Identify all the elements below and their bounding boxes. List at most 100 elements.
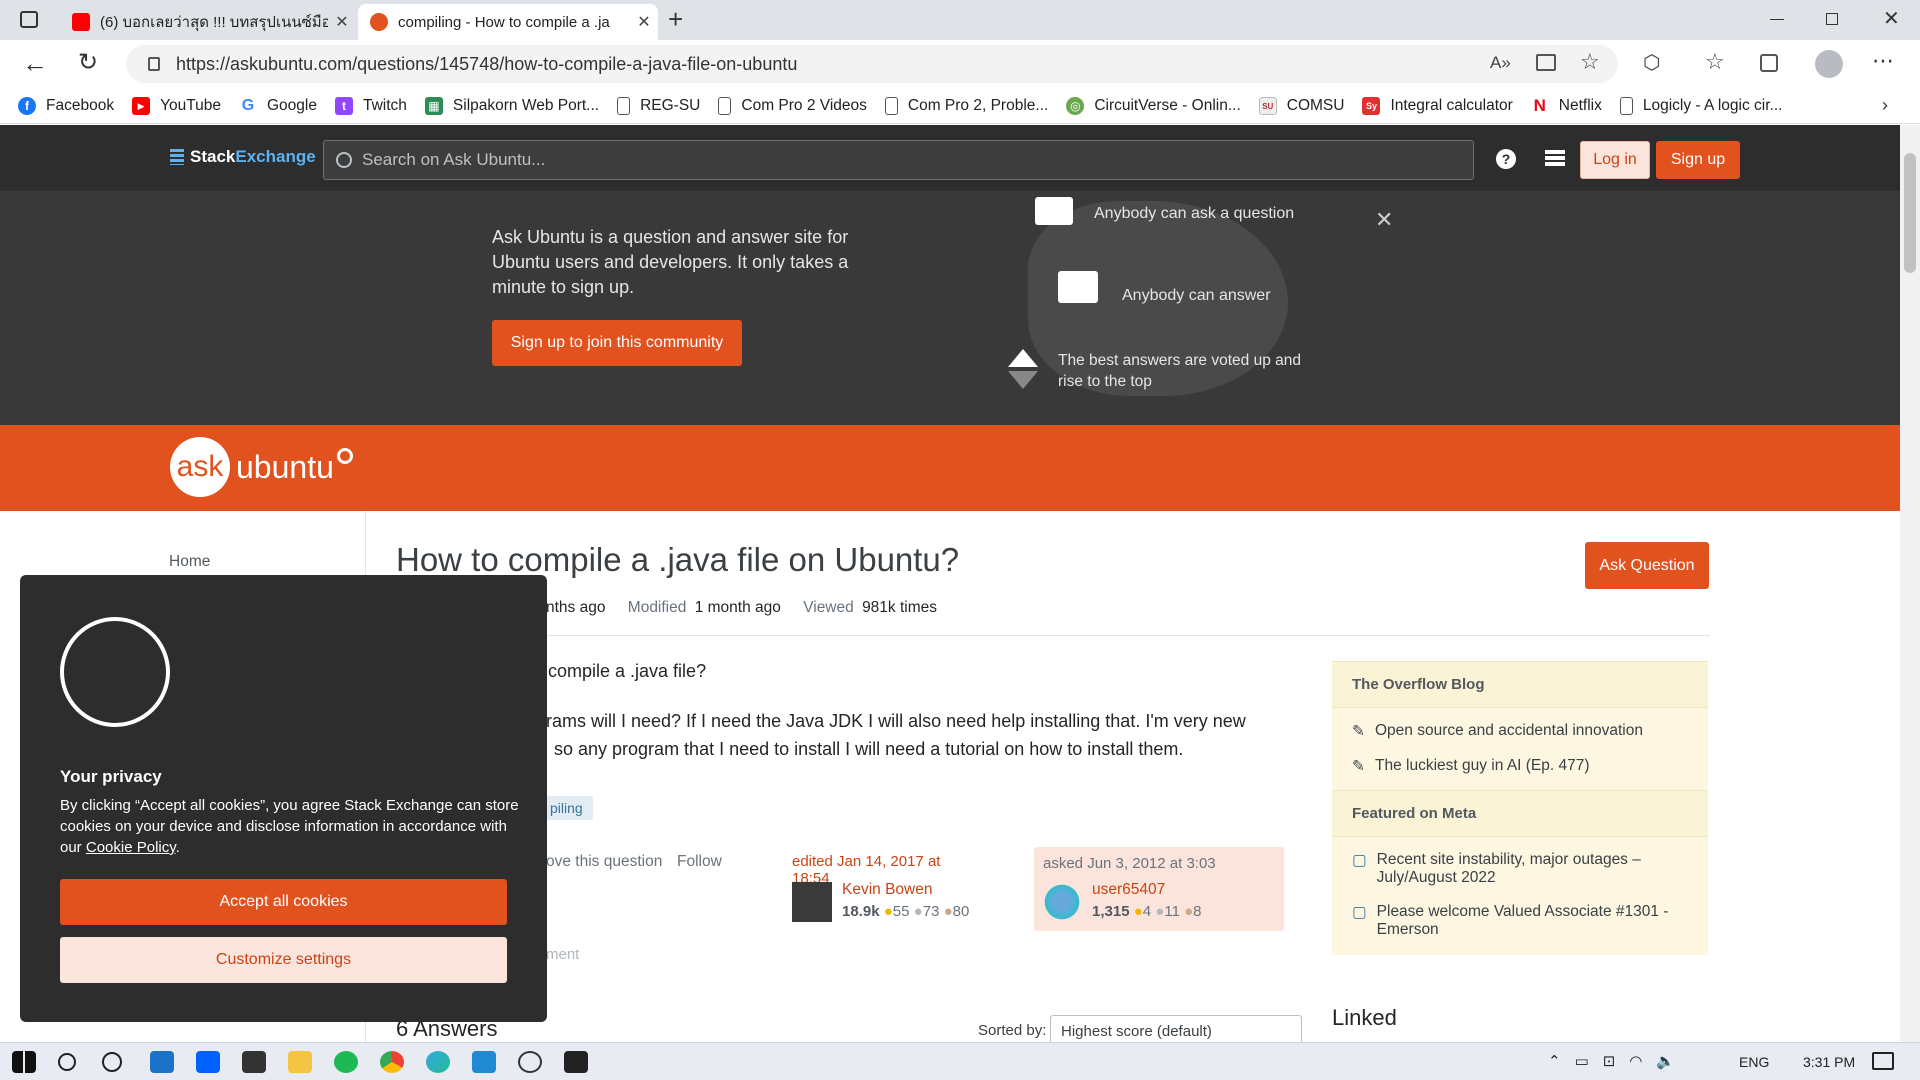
asker-name[interactable]: user65407 — [1092, 881, 1165, 899]
netflix-icon: N — [1533, 95, 1546, 115]
customize-settings-button[interactable]: Customize settings — [60, 937, 507, 983]
cookie-title: Your privacy — [60, 767, 162, 786]
spotify-icon[interactable] — [334, 1051, 358, 1073]
facebook-icon: f — [18, 96, 36, 115]
question-main: How to compile a .java file on Ubuntu? A… — [366, 511, 1900, 1042]
clock[interactable]: 3:31 PM — [1803, 1054, 1855, 1070]
bookmark-integral[interactable]: Sy Integral calculator — [1362, 96, 1513, 115]
mail-icon[interactable] — [150, 1051, 174, 1073]
edge-icon[interactable] — [426, 1051, 450, 1073]
extensions-icon[interactable]: ⬡ — [1643, 50, 1660, 75]
language-indicator[interactable]: ENG — [1739, 1054, 1769, 1070]
start-icon[interactable] — [12, 1051, 36, 1073]
signup-button[interactable]: Sign up — [1656, 141, 1740, 179]
tab-askubuntu[interactable]: compiling - How to compile a .ja ✕ — [358, 4, 658, 40]
bookmark-reg-su[interactable]: REG-SU — [617, 96, 701, 115]
close-window-icon[interactable]: ✕ — [1883, 6, 1900, 31]
bookmark-google[interactable]: G Google — [239, 97, 317, 115]
bookmark-logicly[interactable]: Logicly - A logic cir... — [1619, 96, 1782, 115]
search-input[interactable]: Search on Ask Ubuntu... — [323, 140, 1474, 180]
tag-compiling[interactable]: piling — [546, 796, 593, 820]
url-text: https://askubuntu.com/questions/145748/h… — [176, 53, 798, 74]
youtube-icon: ▶ — [132, 96, 151, 115]
bookmark-compro-problems[interactable]: Com Pro 2, Proble... — [884, 96, 1048, 115]
bookmark-facebook[interactable]: f Facebook — [18, 96, 114, 115]
page-icon — [1619, 96, 1633, 115]
question-title[interactable]: How to compile a .java file on Ubuntu? — [396, 541, 959, 579]
silver-badge-icon: ● — [913, 903, 923, 920]
accept-cookies-button[interactable]: Accept all cookies — [60, 879, 507, 925]
tab-actions-icon[interactable] — [20, 11, 38, 28]
meta-item[interactable]: ▢ Please welcome Valued Associate #1301 -… — [1332, 895, 1708, 955]
bookmark-netflix[interactable]: N Netflix — [1531, 95, 1602, 115]
restore-icon[interactable] — [1826, 13, 1838, 25]
asker-avatar[interactable] — [1042, 882, 1082, 922]
ask-question-button[interactable]: Ask Question — [1585, 542, 1709, 589]
file-explorer-icon[interactable] — [288, 1051, 312, 1073]
notion-icon[interactable] — [242, 1051, 266, 1073]
login-button[interactable]: Log in — [1580, 141, 1650, 179]
linked-heading: Linked — [1332, 1005, 1397, 1030]
asked-time-full[interactable]: asked Jun 3, 2012 at 3:03 — [1043, 855, 1284, 872]
bookmark-circuitverse[interactable]: ◎ CircuitVerse - Onlin... — [1066, 96, 1241, 115]
terminal-icon[interactable] — [564, 1051, 588, 1073]
system-tray[interactable]: ⌃▭⊡◠🔈 — [1548, 1052, 1689, 1070]
close-tab-icon[interactable]: ✕ — [328, 12, 356, 32]
bookmark-youtube[interactable]: ▶ YouTube — [132, 96, 221, 115]
blog-item[interactable]: ✎ The luckiest guy in AI (Ep. 477) — [1332, 749, 1708, 790]
vscode-icon[interactable] — [472, 1051, 496, 1073]
askubuntu-logo[interactable]: ask ubuntu — [170, 437, 353, 497]
close-hero-button[interactable]: ✕ — [1375, 207, 1393, 233]
minimize-icon[interactable] — [1770, 19, 1784, 20]
bookmark-label: REG-SU — [640, 96, 701, 114]
read-aloud-icon[interactable]: A» — [1490, 53, 1511, 73]
close-tab-icon[interactable]: ✕ — [630, 12, 658, 32]
asker-reputation: 1,315 — [1092, 903, 1130, 920]
more-menu-icon[interactable]: ⋯ — [1872, 48, 1894, 74]
editor-rep: 18.9k ●55 ●73 ●80 — [842, 903, 969, 920]
refresh-icon[interactable]: ↻ — [78, 48, 98, 77]
editor-name[interactable]: Kevin Bowen — [842, 881, 932, 899]
cortana-icon[interactable] — [102, 1052, 122, 1072]
tab-title: (6) บอกเลยว่าสุด !!! บทสรุปเนนซ์มือถ — [100, 14, 328, 31]
page-scrollbar[interactable] — [1900, 125, 1920, 1042]
site-switcher-icon[interactable] — [1545, 150, 1565, 167]
question-meta: nths ago Modified 1 month ago Viewed 981… — [546, 599, 937, 617]
bookmark-compro-videos[interactable]: Com Pro 2 Videos — [718, 96, 867, 115]
bookmark-comsu[interactable]: SU COMSU — [1258, 96, 1344, 115]
tab-youtube[interactable]: (6) บอกเลยว่าสุด !!! บทสรุปเนนซ์มือถ ✕ — [60, 4, 356, 40]
favorites-icon[interactable]: ☆ — [1705, 49, 1725, 75]
help-icon[interactable]: ? — [1496, 149, 1516, 169]
editor-avatar[interactable] — [792, 882, 832, 922]
back-icon[interactable]: ← — [22, 48, 48, 79]
follow-link[interactable]: Follow — [677, 853, 722, 871]
address-bar[interactable]: https://askubuntu.com/questions/145748/h… — [126, 45, 1618, 83]
bookmarks-overflow-icon[interactable]: › — [1882, 95, 1888, 116]
blog-item[interactable]: ✎ Open source and accidental innovation — [1332, 708, 1708, 749]
youtube-favicon-icon — [72, 13, 90, 31]
meta-item[interactable]: ▢ Recent site instability, major outages … — [1332, 837, 1708, 895]
bookmark-silpakorn[interactable]: ▦ Silpakorn Web Port... — [424, 96, 599, 115]
profile-avatar[interactable] — [1815, 50, 1843, 78]
scroll-thumb[interactable] — [1904, 153, 1916, 273]
modified-value: 1 month ago — [694, 599, 781, 616]
collections-icon[interactable] — [1760, 54, 1778, 72]
immersive-reader-icon[interactable] — [1536, 54, 1556, 71]
join-community-button[interactable]: Sign up to join this community — [492, 320, 742, 366]
cookie-policy-link[interactable]: Cookie Policy — [86, 839, 176, 856]
new-tab-button[interactable]: + — [668, 4, 683, 35]
favorite-star-icon[interactable]: ☆ — [1580, 49, 1600, 75]
chrome-icon[interactable] — [380, 1051, 404, 1073]
dropbox-icon[interactable] — [196, 1051, 220, 1073]
comsu-icon: SU — [1258, 96, 1277, 115]
improve-question-link[interactable]: ove this question — [546, 853, 662, 871]
search-icon[interactable] — [58, 1053, 76, 1071]
sort-select[interactable]: Highest score (default) — [1050, 1015, 1302, 1042]
search-placeholder: Search on Ask Ubuntu... — [362, 150, 546, 169]
add-comment-link[interactable]: ment — [546, 946, 579, 963]
bookmark-twitch[interactable]: t Twitch — [334, 96, 407, 115]
nav-home[interactable]: Home — [169, 553, 210, 571]
app-icon[interactable] — [518, 1051, 542, 1073]
stackexchange-logo[interactable]: Stack Exchange — [170, 147, 316, 167]
notifications-icon[interactable] — [1872, 1052, 1894, 1070]
